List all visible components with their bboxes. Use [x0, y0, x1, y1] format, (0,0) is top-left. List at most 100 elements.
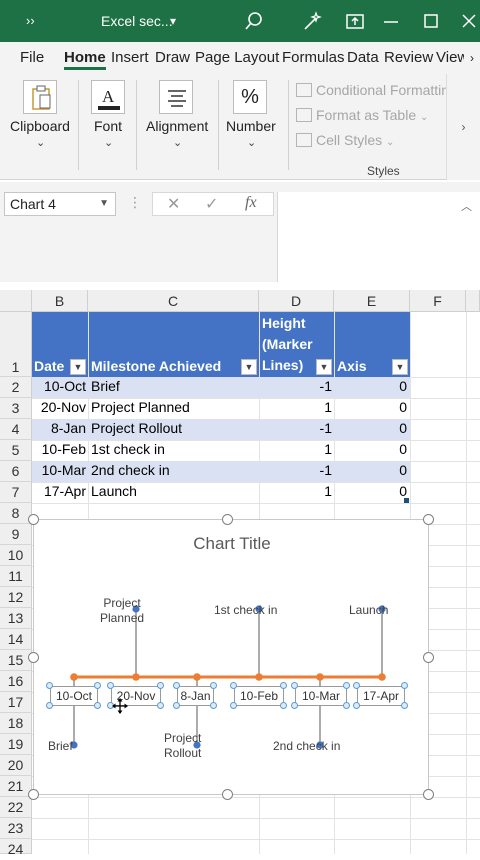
table-header-height[interactable]: Height (Marker Lines) ▼: [260, 312, 334, 377]
label-selection-handle[interactable]: [157, 682, 164, 689]
search-icon[interactable]: [244, 11, 264, 31]
column-header-f[interactable]: F: [410, 290, 466, 312]
label-selection-handle[interactable]: [343, 702, 350, 709]
row-header[interactable]: 23: [0, 818, 32, 839]
axis-data-label[interactable]: 17-Apr: [357, 686, 405, 706]
milestone-label[interactable]: 1st check in: [214, 603, 277, 618]
row-header[interactable]: 4: [0, 419, 32, 440]
alignment-group[interactable]: Alignment ⌄: [144, 74, 212, 174]
tab-page-layout[interactable]: Page Layout: [195, 42, 279, 74]
tab-file[interactable]: File: [20, 42, 44, 74]
label-selection-handle[interactable]: [94, 682, 101, 689]
label-selection-handle[interactable]: [173, 682, 180, 689]
label-selection-handle[interactable]: [401, 682, 408, 689]
row-header[interactable]: 10: [0, 545, 32, 566]
row-header[interactable]: 9: [0, 524, 32, 545]
label-selection-handle[interactable]: [401, 702, 408, 709]
share-icon[interactable]: [346, 12, 364, 30]
row-header[interactable]: 14: [0, 629, 32, 650]
magic-wand-icon[interactable]: [302, 11, 322, 31]
date-cell[interactable]: 10-Feb: [32, 441, 86, 457]
close-icon[interactable]: [462, 14, 476, 28]
chart-resize-handle[interactable]: [28, 652, 39, 663]
column-header-c[interactable]: C: [88, 290, 259, 312]
label-selection-handle[interactable]: [107, 682, 114, 689]
milestone-cell[interactable]: 1st check in: [91, 441, 257, 457]
ribbon-scroll-right-icon[interactable]: ›: [446, 74, 480, 180]
tab-home[interactable]: Home: [64, 42, 106, 70]
maximize-icon[interactable]: [424, 14, 438, 28]
label-selection-handle[interactable]: [353, 702, 360, 709]
label-selection-handle[interactable]: [210, 682, 217, 689]
height-cell[interactable]: -1: [260, 420, 332, 436]
label-selection-handle[interactable]: [46, 682, 53, 689]
row-header[interactable]: 1: [0, 312, 32, 377]
select-all-corner[interactable]: [0, 290, 32, 312]
table-resize-handle[interactable]: [404, 498, 409, 503]
height-cell[interactable]: 1: [260, 441, 332, 457]
tabs-scroll-right-icon[interactable]: ›: [464, 42, 480, 74]
file-menu-chevron-icon[interactable]: ▾: [170, 0, 176, 42]
milestone-cell[interactable]: Project Rollout: [91, 420, 257, 436]
axis-data-label[interactable]: 10-Feb: [234, 686, 284, 706]
height-cell[interactable]: -1: [260, 378, 332, 394]
milestone-label[interactable]: 2nd check in: [273, 739, 340, 754]
chart-resize-handle[interactable]: [28, 789, 39, 800]
tab-data[interactable]: Data: [347, 42, 379, 74]
row-header[interactable]: 16: [0, 671, 32, 692]
number-chevron-icon[interactable]: ⌄: [247, 136, 256, 149]
label-selection-handle[interactable]: [353, 682, 360, 689]
minimize-icon[interactable]: [384, 20, 398, 24]
row-header[interactable]: 5: [0, 440, 32, 461]
label-selection-handle[interactable]: [343, 682, 350, 689]
date-cell[interactable]: 8-Jan: [32, 420, 86, 436]
font-group[interactable]: A Font ⌄: [86, 74, 130, 174]
row-header[interactable]: 18: [0, 713, 32, 734]
date-cell[interactable]: 10-Mar: [32, 462, 86, 478]
column-header-d[interactable]: D: [259, 290, 334, 312]
label-selection-handle[interactable]: [46, 702, 53, 709]
date-cell[interactable]: 20-Nov: [32, 399, 86, 415]
chart-resize-handle[interactable]: [28, 514, 39, 525]
axis-data-label[interactable]: 10-Mar: [295, 686, 347, 706]
tab-review[interactable]: Review: [384, 42, 433, 74]
chart-resize-handle[interactable]: [423, 789, 434, 800]
label-selection-handle[interactable]: [173, 702, 180, 709]
label-selection-handle[interactable]: [280, 682, 287, 689]
milestone-label[interactable]: Project Rollout: [164, 731, 201, 761]
axis-cell[interactable]: 0: [335, 483, 407, 499]
name-box-dropdown-icon[interactable]: ▼: [99, 193, 109, 215]
table-header-axis[interactable]: Axis ▼: [335, 312, 410, 377]
expand-chevrons-icon[interactable]: ››: [26, 0, 35, 42]
row-header[interactable]: 15: [0, 650, 32, 671]
format-as-table-button[interactable]: Format as Table ⌄: [296, 107, 428, 123]
height-cell[interactable]: -1: [260, 462, 332, 478]
column-header-b[interactable]: B: [32, 290, 88, 312]
insert-function-icon[interactable]: fx: [245, 194, 257, 212]
chart-resize-handle[interactable]: [222, 514, 233, 525]
axis-cell[interactable]: 0: [335, 420, 407, 436]
label-selection-handle[interactable]: [210, 702, 217, 709]
row-header[interactable]: 12: [0, 587, 32, 608]
formula-input[interactable]: ︿: [277, 192, 480, 282]
tab-draw[interactable]: Draw: [155, 42, 190, 74]
label-selection-handle[interactable]: [94, 702, 101, 709]
label-selection-handle[interactable]: [157, 702, 164, 709]
clipboard-group[interactable]: Clipboard ⌄: [8, 74, 72, 174]
column-header-g[interactable]: [466, 290, 480, 312]
axis-cell[interactable]: 0: [335, 378, 407, 394]
clipboard-chevron-icon[interactable]: ⌄: [36, 136, 45, 149]
axis-cell[interactable]: 0: [335, 462, 407, 478]
row-header[interactable]: 17: [0, 692, 32, 713]
table-header-date[interactable]: Date ▼: [32, 312, 88, 377]
chart-resize-handle[interactable]: [222, 789, 233, 800]
milestone-cell[interactable]: 2nd check in: [91, 462, 257, 478]
alignment-chevron-icon[interactable]: ⌄: [173, 136, 182, 149]
milestone-label[interactable]: Launch: [349, 603, 388, 618]
row-header[interactable]: 7: [0, 482, 32, 503]
milestone-cell[interactable]: Project Planned: [91, 399, 257, 415]
tab-view[interactable]: View: [436, 42, 464, 74]
label-selection-handle[interactable]: [291, 702, 298, 709]
row-header[interactable]: 3: [0, 398, 32, 419]
height-cell[interactable]: 1: [260, 399, 332, 415]
